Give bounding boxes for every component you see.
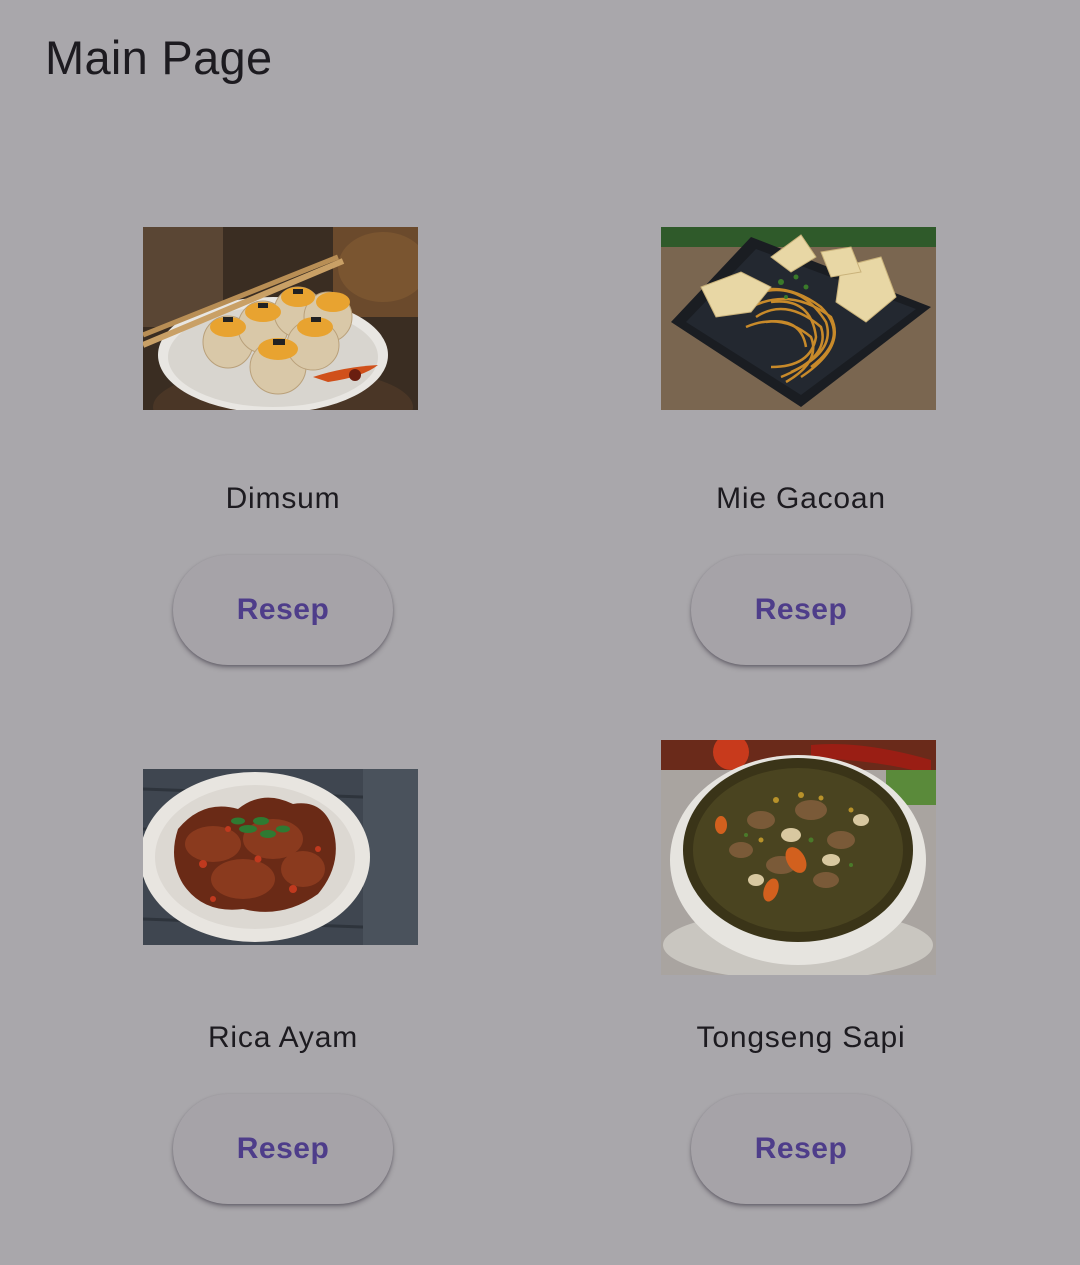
mie-gacoan-photo <box>661 227 936 410</box>
rica-ayam-photo <box>143 769 418 945</box>
menu-item-name: Mie Gacoan <box>716 482 886 515</box>
page-title: Main Page <box>45 31 273 84</box>
menu-item-name: Dimsum <box>225 482 341 515</box>
resep-button[interactable]: Resep <box>173 1094 393 1204</box>
resep-button[interactable]: Resep <box>691 555 911 665</box>
dimsum-photo <box>143 227 418 410</box>
menu-item-name: Tongseng Sapi <box>696 1021 906 1054</box>
resep-button[interactable]: Resep <box>691 1094 911 1204</box>
menu-item-name: Rica Ayam <box>207 1021 359 1054</box>
tongseng-sapi-photo <box>661 740 936 975</box>
app-bar: Main Page <box>0 0 1080 120</box>
resep-button[interactable]: Resep <box>173 555 393 665</box>
